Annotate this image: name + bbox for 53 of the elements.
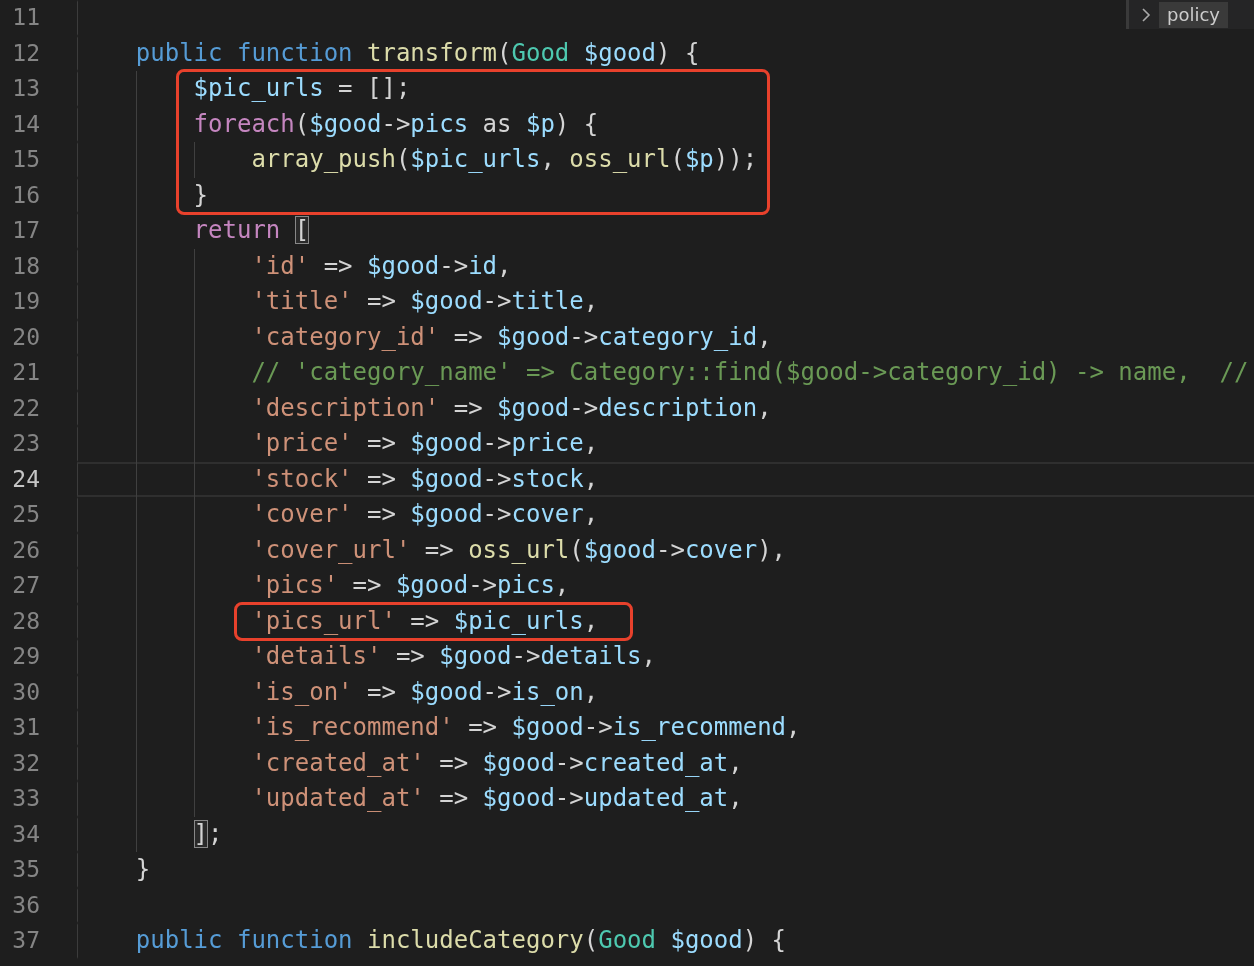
code-line: 'description' => $good->description, <box>250 393 772 422</box>
code-line: 'created_at' => $good->created_at, <box>250 748 743 777</box>
line-number: 33 <box>11 784 40 813</box>
line-number: 21 <box>11 358 40 387</box>
code-line: 'cover' => $good->cover, <box>250 500 599 528</box>
line-number: 26 <box>11 535 40 565</box>
line-number: 36 <box>11 890 40 920</box>
line-number: 17 <box>11 216 40 245</box>
code-line: } <box>134 855 151 883</box>
line-number: 14 <box>11 109 40 139</box>
code-line: 'pics_url' => $pic_urls, <box>250 606 599 635</box>
line-number: 37 <box>11 926 40 955</box>
line-number: 34 <box>11 819 40 849</box>
code-line: } <box>192 180 209 209</box>
code-line: 'stock' => $good->stock, <box>250 464 599 493</box>
line-number: 18 <box>11 251 40 281</box>
code-line: 'category_id' => $good->category_id, <box>250 322 772 351</box>
code-line: array_push($pic_urls, oss_url($p)); <box>250 145 758 173</box>
line-number: 35 <box>11 855 40 884</box>
chevron-right-icon <box>1141 7 1151 22</box>
line-number: 12 <box>11 38 40 68</box>
code-line: 'updated_at' => $good->updated_at, <box>250 784 743 812</box>
line-number: 16 <box>11 180 40 210</box>
line-number: 20 <box>11 322 40 352</box>
code-line: foreach($good->pics as $p) { <box>192 109 599 138</box>
code-line: $pic_urls = []; <box>192 74 411 102</box>
line-number: 11 <box>11 3 40 32</box>
line-number: 25 <box>11 500 40 529</box>
line-number: 27 <box>11 571 40 600</box>
code-line: 'is_on' => $good->is_on, <box>250 677 599 706</box>
code-line: 'cover_url' => oss_url($good->cover), <box>250 535 787 564</box>
line-number: 23 <box>11 429 40 458</box>
line-number: 15 <box>11 145 40 174</box>
line-number: 24 <box>11 464 40 494</box>
breadcrumb-item[interactable]: policy <box>1159 1 1228 28</box>
code-line: 'is_recommend' => $good->is_recommend, <box>250 713 801 741</box>
code-line: 'id' => $good->id, <box>250 251 512 280</box>
line-number: 22 <box>11 393 40 423</box>
line-number: 19 <box>11 287 40 316</box>
line-number: 29 <box>11 642 40 671</box>
line-number: 32 <box>11 748 40 778</box>
line-number: 13 <box>11 74 40 103</box>
code-line: public function includeCategory(Good $good) { <box>134 926 787 954</box>
line-number: 31 <box>11 713 40 742</box>
line-number: 28 <box>11 606 40 636</box>
code-comment: // 'category_name' => Category::find($good->category_id) -> name, // <box>250 358 1249 386</box>
code-line: return [ <box>192 216 310 244</box>
code-line: 'pics' => $good->pics, <box>250 571 570 599</box>
code-line: 'title' => $good->title, <box>250 287 599 315</box>
code-line: 'details' => $good->details, <box>250 642 656 670</box>
code-line: 'price' => $good->price, <box>250 429 599 457</box>
code-line: public function transform(Good $good) { <box>134 38 700 67</box>
line-number: 30 <box>11 677 40 707</box>
